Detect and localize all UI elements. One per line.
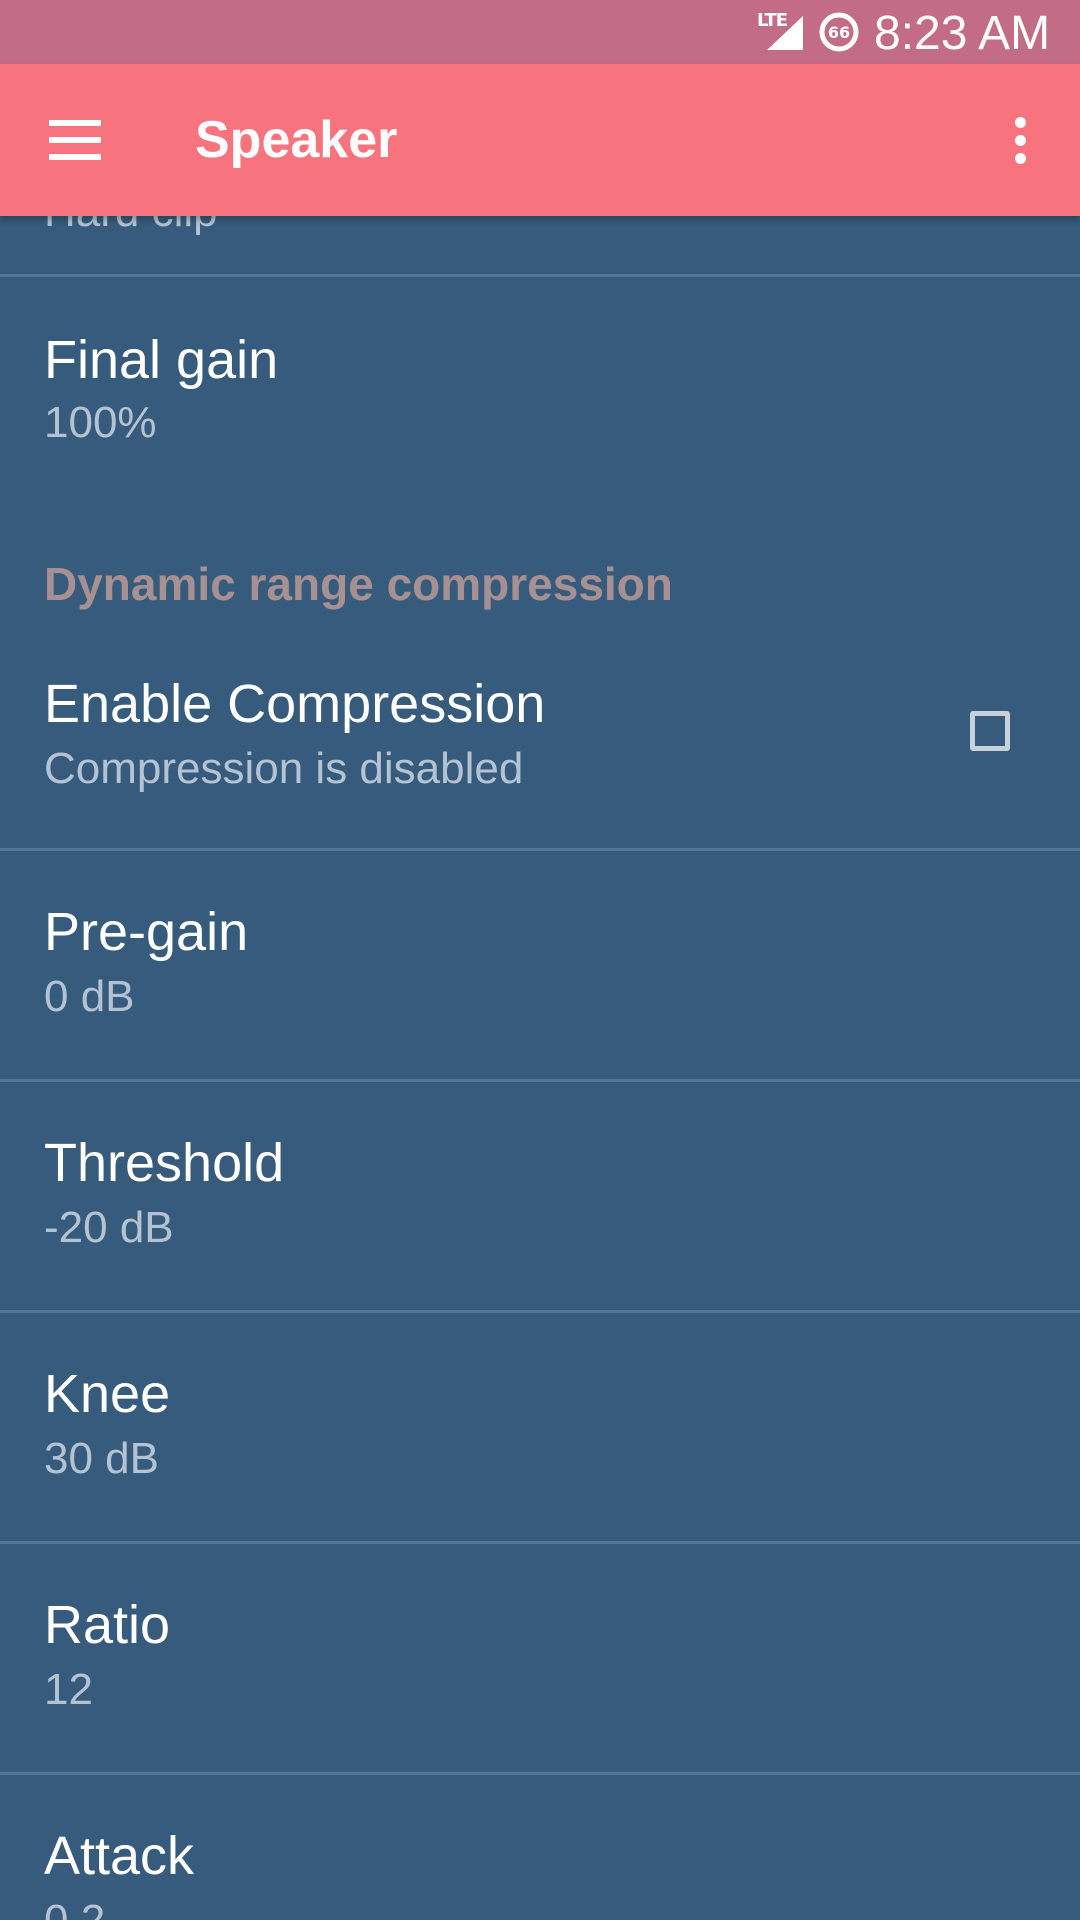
clipped-preference-item[interactable]: Hard clip [0, 216, 1080, 276]
clock: 8:23 AM [874, 7, 1051, 60]
pref-title: Attack [44, 1826, 195, 1886]
pref-summary: -20 dB [44, 1203, 174, 1252]
pref-summary: 30 dB [44, 1434, 159, 1483]
pref-knee[interactable]: Knee 30 dB [0, 1313, 1080, 1542]
pref-title: Threshold [44, 1133, 285, 1193]
app-bar: Speaker [0, 64, 1080, 216]
hamburger-menu-icon[interactable] [30, 100, 120, 180]
signal-icon [767, 16, 803, 50]
enable-compression-checkbox[interactable] [970, 711, 1010, 751]
battery-level: 66 [828, 23, 850, 42]
category-title: Dynamic range compression [44, 558, 673, 610]
pref-attack[interactable]: Attack 0.2 [0, 1775, 1080, 1920]
clipped-item-summary: Hard clip [44, 216, 218, 238]
page-title: Speaker [195, 111, 398, 169]
pref-enable-compression[interactable]: Enable Compression Compression is disabl… [0, 643, 1080, 848]
status-bar: LTE 66 8:23 AM [0, 0, 1080, 64]
pref-summary: 0 dB [44, 972, 135, 1021]
pref-summary: 12 [44, 1665, 93, 1714]
battery-icon: 66 [819, 12, 859, 52]
pref-title: Enable Compression [44, 674, 546, 734]
pref-summary: 0.2 [44, 1895, 105, 1920]
pref-final-gain[interactable]: Final gain 100% [0, 277, 1080, 490]
pref-title: Pre-gain [44, 902, 249, 962]
pref-title: Final gain [44, 330, 279, 390]
pref-threshold[interactable]: Threshold -20 dB [0, 1082, 1080, 1311]
preference-list: Hard clip Final gain 100% Dynamic range … [0, 0, 1080, 1920]
pref-summary: Compression is disabled [44, 744, 524, 793]
pref-summary: 100% [44, 398, 157, 447]
pref-ratio[interactable]: Ratio 12 [0, 1544, 1080, 1773]
pref-pre-gain[interactable]: Pre-gain 0 dB [0, 851, 1080, 1081]
pref-title: Knee [44, 1364, 171, 1424]
pref-title: Ratio [44, 1595, 171, 1655]
more-vert-icon[interactable] [990, 100, 1050, 180]
